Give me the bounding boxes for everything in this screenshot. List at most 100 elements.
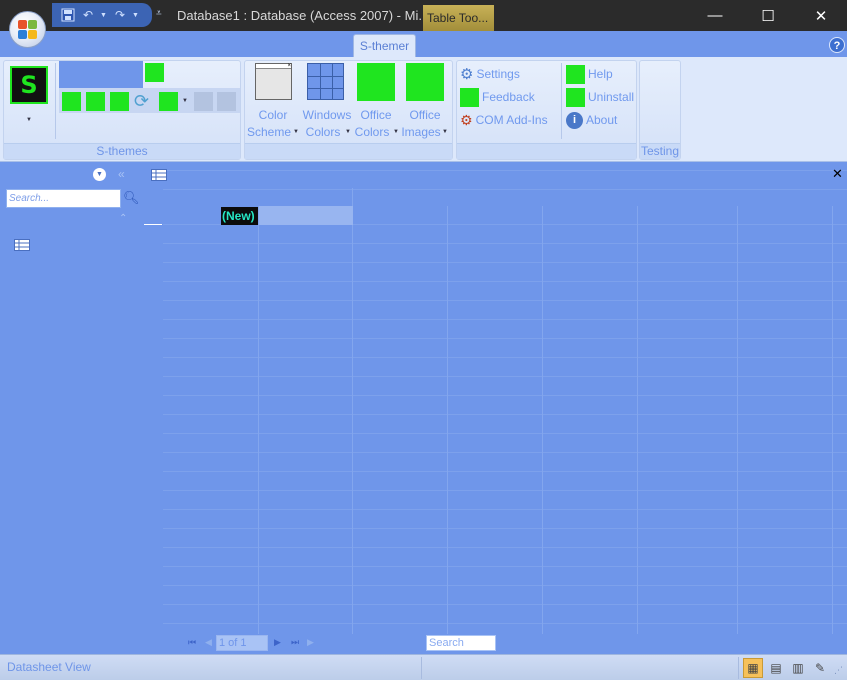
office-images-button[interactable]: Office Images ▼ (400, 103, 450, 139)
next-record-icon[interactable]: ▶ (274, 637, 281, 648)
ribbon-tab-strip: S-themer ? (0, 31, 847, 59)
group-testing: Testing (639, 60, 681, 160)
undo-icon[interactable]: ↶ (80, 7, 96, 23)
redo-dropdown-icon[interactable]: ▼ (132, 12, 140, 19)
context-tab-table-tools[interactable]: Table Too... (423, 5, 494, 31)
swatch-green-2[interactable] (62, 92, 81, 111)
table-object-icon[interactable] (14, 239, 30, 254)
grid-column-line (352, 206, 353, 634)
save-icon[interactable] (60, 7, 76, 23)
tab-sthemer[interactable]: S-themer (353, 34, 416, 59)
nav-menu-dropdown-icon[interactable]: ▼ (93, 168, 106, 181)
collapse-group-icon[interactable]: ⌃ (119, 213, 127, 224)
grid-column-line (832, 206, 833, 634)
office-colors-swatch (357, 63, 395, 101)
status-bar: Datasheet View ▦ ▤ ▥ ✎ ⋰ (0, 654, 847, 680)
sthemes-logo-button[interactable]: S (10, 66, 48, 104)
group-sthemes: S ▼ ⟳ ▼ S-themes (3, 60, 241, 160)
windows-colors-icon (307, 63, 344, 100)
swatch-disabled-2 (217, 92, 236, 111)
status-view-label: Datasheet View (7, 660, 91, 674)
new-record-icon[interactable]: ▶ (307, 637, 314, 648)
minimize-button[interactable]: — (692, 0, 738, 31)
search-icon[interactable]: 🔍︎ (123, 190, 140, 206)
swatch-green-5[interactable] (159, 92, 178, 111)
office-button[interactable] (9, 11, 46, 48)
status-divider (421, 657, 422, 679)
design-view-icon[interactable]: ✎ (810, 658, 830, 678)
selected-cell[interactable] (259, 206, 353, 225)
com-addins-button[interactable]: ⚙ COM Add-Ins (460, 110, 548, 130)
separator (561, 63, 562, 139)
undo-dropdown-icon[interactable]: ▼ (100, 12, 108, 19)
color-scheme-button[interactable]: Color Scheme ▼ (245, 103, 301, 139)
pivot-chart-view-icon[interactable]: ▥ (788, 658, 808, 678)
windows-colors-button[interactable]: Windows Colors ▼ (299, 103, 355, 139)
help-ribbon-button[interactable]: Help (566, 64, 613, 84)
record-search-input[interactable]: Search (426, 635, 496, 651)
office-colors-button[interactable]: Office Colors ▼ (351, 103, 401, 139)
pivot-table-view-icon[interactable]: ▤ (766, 658, 786, 678)
group-label-testing: Testing (640, 143, 680, 159)
settings-button[interactable]: ⚙ Settings (460, 64, 520, 84)
first-record-icon[interactable]: ⏮ (188, 637, 196, 648)
sthemes-dropdown-icon[interactable]: ▼ (26, 117, 32, 123)
color-scheme-icon: × (255, 63, 292, 100)
maximize-button[interactable]: ☐ (745, 0, 791, 31)
about-button[interactable]: i About (566, 110, 617, 130)
shutter-bar-close-icon[interactable]: « (118, 167, 125, 181)
quick-access-toolbar: ↶ ▼ ↷ ▼ (52, 3, 152, 27)
grid-column-line (542, 206, 543, 634)
swatch-dropdown-icon[interactable]: ▼ (182, 98, 188, 104)
grid-column-line (447, 206, 448, 634)
uninstall-label: Uninstall (588, 90, 635, 104)
office-images-label-1: Office (409, 108, 441, 122)
grid-column-line (637, 206, 638, 634)
help-icon[interactable]: ? (829, 37, 845, 53)
record-position-input[interactable]: 1 of 1 (216, 635, 268, 651)
group-label-settings (457, 143, 636, 159)
windows-colors-label-1: Windows (302, 108, 352, 122)
feedback-label: Feedback (482, 90, 535, 104)
swatch-green-4[interactable] (110, 92, 129, 111)
color-scheme-label-1: Color (258, 108, 288, 122)
gear-icon: ⚙ (460, 66, 474, 83)
office-images-dropdown-icon: ▼ (442, 129, 448, 135)
settings-label: Settings (476, 67, 520, 81)
office-colors-label-1: Office (360, 108, 392, 122)
table-tab-icon[interactable] (151, 169, 167, 184)
help-swatch-icon (566, 64, 585, 84)
separator (55, 63, 56, 139)
theme-preview-swatch[interactable] (59, 61, 143, 88)
windows-colors-label-2: Colors (305, 125, 341, 139)
redo-icon[interactable]: ↷ (112, 7, 128, 23)
nav-search-input[interactable]: Search... (6, 189, 121, 208)
swatch-green-1[interactable] (145, 63, 164, 82)
navigation-pane: ▼ « Search... 🔍︎ ⌃ (0, 162, 163, 654)
group-colors: × Color Scheme ▼ Windows Colors ▼ Office… (244, 60, 453, 160)
office-images-swatch (406, 63, 444, 101)
office-colors-dropdown-icon: ▼ (393, 129, 399, 135)
close-button[interactable]: ✕ (798, 0, 844, 31)
previous-record-icon[interactable]: ◀ (205, 637, 212, 648)
customize-icon[interactable]: ⩡ (156, 8, 168, 24)
about-label: About (586, 113, 618, 127)
info-icon: i (566, 111, 583, 129)
office-colors-label-2: Colors (354, 125, 390, 139)
last-record-icon[interactable]: ⏭ (291, 637, 299, 648)
uninstall-button[interactable]: Uninstall (566, 87, 634, 107)
group-label-sthemes: S-themes (4, 143, 240, 159)
select-all-corner[interactable] (144, 224, 162, 225)
datasheet-grid[interactable] (144, 162, 847, 634)
close-icon[interactable]: ✕ (832, 166, 844, 181)
com-addins-icon: ⚙ (460, 111, 473, 128)
datasheet-view-icon[interactable]: ▦ (743, 658, 763, 678)
feedback-button[interactable]: Feedback (460, 87, 535, 107)
window-title: Database1 : Database (Access 2007) - Mi.… (177, 8, 430, 23)
swatch-disabled-1 (194, 92, 213, 111)
new-record-cell[interactable]: (New) (221, 207, 258, 225)
grid-column-line (737, 206, 738, 634)
resize-grip-icon[interactable]: ⋰ (834, 665, 843, 676)
refresh-icon[interactable]: ⟳ (134, 91, 149, 112)
swatch-green-3[interactable] (86, 92, 105, 111)
